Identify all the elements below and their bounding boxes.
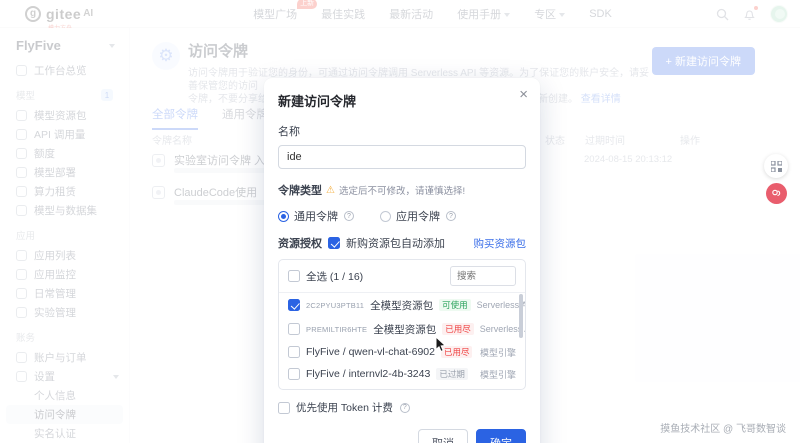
modal-title: 新建访问令牌 bbox=[278, 91, 526, 110]
new-token-modal: 新建访问令牌 × 名称 令牌类型 ⚠ 选定后不可修改，请谨慎选择! 通用令牌 ?… bbox=[264, 78, 540, 443]
resource-row[interactable]: FlyFive / qwen-vl-chat-6902 已用尽 模型引擎 bbox=[279, 341, 525, 363]
status-tag: 已用尽 bbox=[441, 346, 473, 358]
select-all-label: 全选 (1 / 16) bbox=[306, 269, 363, 284]
auto-add-checkbox[interactable] bbox=[328, 237, 340, 249]
resource-row[interactable]: FlyFive / qwen2-7b-instruct-&... 已过期 模型引… bbox=[279, 385, 525, 390]
radio-general-token[interactable] bbox=[278, 211, 289, 222]
close-icon[interactable]: × bbox=[519, 87, 528, 102]
resource-auth-label: 资源授权 bbox=[278, 235, 322, 251]
status-tag: 已用尽 bbox=[442, 323, 474, 335]
auto-add-label: 新购资源包自动添加 bbox=[346, 235, 445, 251]
token-type-label: 令牌类型 bbox=[278, 182, 322, 198]
name-label: 名称 bbox=[278, 123, 526, 139]
select-all-checkbox[interactable] bbox=[288, 270, 300, 282]
radio-app-label: 应用令牌 bbox=[396, 208, 440, 224]
token-billing-checkbox[interactable] bbox=[278, 402, 290, 414]
token-name-input[interactable] bbox=[278, 145, 526, 169]
buy-resource-link[interactable]: 购买资源包 bbox=[474, 236, 527, 251]
status-tag: 已过期 bbox=[436, 368, 468, 380]
list-scrollbar[interactable] bbox=[519, 294, 523, 338]
radio-app-token[interactable] bbox=[380, 211, 391, 222]
status-tag: 可使用 bbox=[439, 299, 471, 311]
promo-float-button[interactable] bbox=[766, 183, 787, 204]
resource-row[interactable]: FlyFive / internvl2-4b-3243 已过期 模型引擎 bbox=[279, 363, 525, 385]
resource-checkbox[interactable] bbox=[288, 346, 300, 358]
cancel-button[interactable]: 取消 bbox=[418, 429, 468, 443]
warning-icon: ⚠ bbox=[326, 185, 335, 196]
radio-general-label: 通用令牌 bbox=[294, 208, 338, 224]
resource-row[interactable]: PREMILTIR6HTE 全模型资源包 已用尽 Serverless API bbox=[279, 317, 525, 341]
watermark-text: 摸鱼技术社区 @ 飞哥数智谈 bbox=[660, 420, 786, 435]
confirm-button[interactable]: 确定 bbox=[476, 429, 526, 443]
type-warning-text: 选定后不可修改，请谨慎选择! bbox=[339, 183, 465, 197]
qr-code-float-button[interactable] bbox=[764, 154, 788, 178]
resource-checkbox[interactable] bbox=[288, 368, 300, 380]
resource-checkbox[interactable] bbox=[288, 299, 300, 311]
help-icon[interactable]: ? bbox=[446, 211, 456, 221]
resource-checkbox[interactable] bbox=[288, 323, 300, 335]
help-icon[interactable]: ? bbox=[344, 211, 354, 221]
resource-row[interactable]: 2C2PYU3PTB11 全模型资源包 可使用 Serverless API bbox=[279, 293, 525, 317]
resource-list: 全选 (1 / 16) 2C2PYU3PTB11 全模型资源包 可使用 Serv… bbox=[278, 259, 526, 390]
token-billing-label: 优先使用 Token 计费 bbox=[296, 400, 393, 415]
help-icon[interactable]: ? bbox=[400, 403, 410, 413]
resource-search-input[interactable] bbox=[450, 266, 516, 286]
